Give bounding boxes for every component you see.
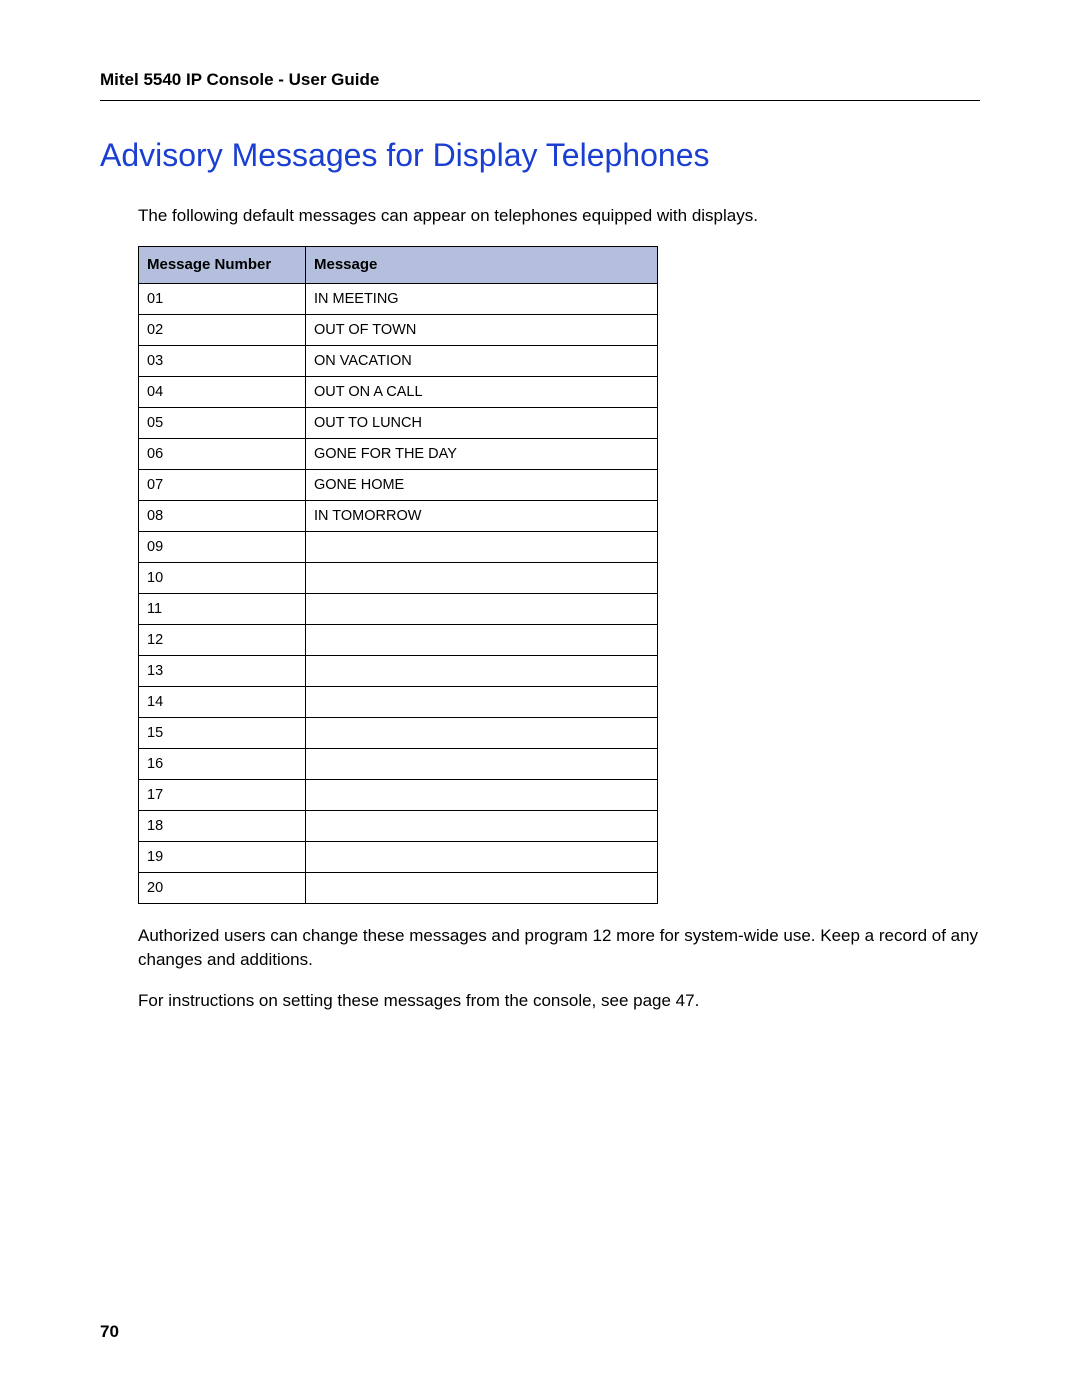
table-row: 05OUT TO LUNCH — [139, 407, 658, 438]
cell-message: GONE FOR THE DAY — [306, 438, 658, 469]
running-header: Mitel 5540 IP Console - User Guide — [100, 70, 980, 101]
cell-number: 10 — [139, 562, 306, 593]
cell-number: 12 — [139, 624, 306, 655]
table-row: 13 — [139, 655, 658, 686]
table-row: 01IN MEETING — [139, 283, 658, 314]
table-row: 09 — [139, 531, 658, 562]
paragraph-instructions: For instructions on setting these messag… — [138, 989, 980, 1013]
cell-number: 07 — [139, 469, 306, 500]
cell-number: 01 — [139, 283, 306, 314]
cell-message: IN TOMORROW — [306, 500, 658, 531]
cell-number: 03 — [139, 345, 306, 376]
table-row: 14 — [139, 686, 658, 717]
cell-number: 04 — [139, 376, 306, 407]
cell-message: OUT ON A CALL — [306, 376, 658, 407]
body-content: The following default messages can appea… — [100, 204, 980, 1013]
document-page: Mitel 5540 IP Console - User Guide Advis… — [0, 0, 1080, 1397]
table-row: 03ON VACATION — [139, 345, 658, 376]
table-row: 17 — [139, 779, 658, 810]
col-header-message: Message — [306, 246, 658, 283]
section-title: Advisory Messages for Display Telephones — [100, 137, 980, 174]
table-row: 12 — [139, 624, 658, 655]
cell-number: 13 — [139, 655, 306, 686]
cell-message: ON VACATION — [306, 345, 658, 376]
table-row: 11 — [139, 593, 658, 624]
cell-message — [306, 748, 658, 779]
table-row: 18 — [139, 810, 658, 841]
table-row: 16 — [139, 748, 658, 779]
table-row: 19 — [139, 841, 658, 872]
cell-message — [306, 686, 658, 717]
cell-number: 05 — [139, 407, 306, 438]
table-row: 06GONE FOR THE DAY — [139, 438, 658, 469]
cell-message — [306, 841, 658, 872]
cell-number: 17 — [139, 779, 306, 810]
table-row: 07GONE HOME — [139, 469, 658, 500]
paragraph-authorized: Authorized users can change these messag… — [138, 924, 980, 972]
cell-number: 11 — [139, 593, 306, 624]
cell-message — [306, 717, 658, 748]
cell-number: 02 — [139, 314, 306, 345]
messages-table: Message Number Message 01IN MEETING 02OU… — [138, 246, 658, 904]
cell-message — [306, 562, 658, 593]
cell-number: 19 — [139, 841, 306, 872]
table-body: 01IN MEETING 02OUT OF TOWN 03ON VACATION… — [139, 283, 658, 903]
table-row: 10 — [139, 562, 658, 593]
table-header-row: Message Number Message — [139, 246, 658, 283]
cell-message — [306, 593, 658, 624]
cell-message — [306, 779, 658, 810]
page-number: 70 — [100, 1322, 119, 1342]
table-row: 20 — [139, 872, 658, 903]
col-header-number: Message Number — [139, 246, 306, 283]
table-row: 08IN TOMORROW — [139, 500, 658, 531]
table-row: 04OUT ON A CALL — [139, 376, 658, 407]
cell-number: 20 — [139, 872, 306, 903]
cell-number: 16 — [139, 748, 306, 779]
cell-number: 14 — [139, 686, 306, 717]
intro-paragraph: The following default messages can appea… — [138, 204, 980, 228]
cell-number: 06 — [139, 438, 306, 469]
table-row: 15 — [139, 717, 658, 748]
cell-message — [306, 810, 658, 841]
cell-message: OUT OF TOWN — [306, 314, 658, 345]
cell-number: 09 — [139, 531, 306, 562]
cell-message — [306, 624, 658, 655]
cell-message: GONE HOME — [306, 469, 658, 500]
table-row: 02OUT OF TOWN — [139, 314, 658, 345]
cell-message — [306, 531, 658, 562]
cell-number: 15 — [139, 717, 306, 748]
cell-message: IN MEETING — [306, 283, 658, 314]
cell-message — [306, 655, 658, 686]
cell-message: OUT TO LUNCH — [306, 407, 658, 438]
cell-message — [306, 872, 658, 903]
cell-number: 08 — [139, 500, 306, 531]
cell-number: 18 — [139, 810, 306, 841]
